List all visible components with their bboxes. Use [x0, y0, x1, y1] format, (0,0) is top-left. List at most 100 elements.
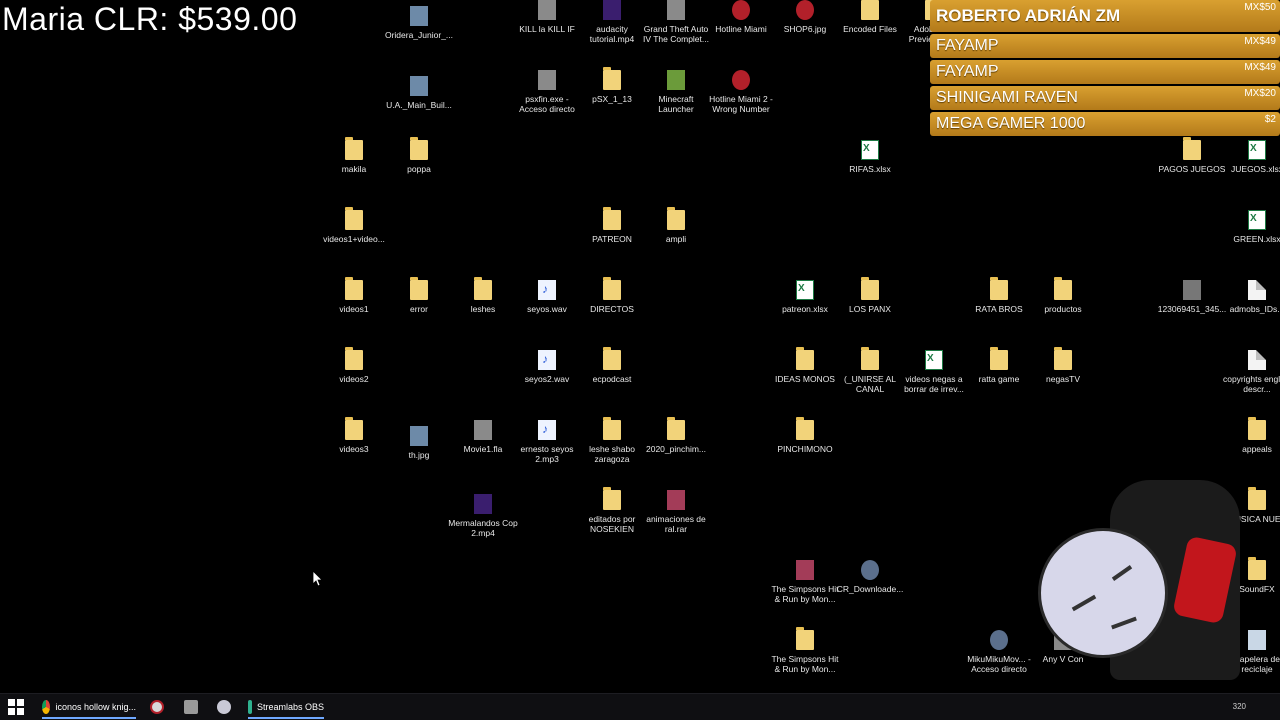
desktop-icon-makila[interactable]: makila [319, 137, 389, 174]
desktop-icon-rifas[interactable]: RIFAS.xlsx [835, 140, 905, 174]
audio-icon [538, 280, 556, 300]
desktop-icon-label: ratta game [978, 374, 1020, 384]
desktop-icon-ecpodcast[interactable]: ecpodcast [577, 347, 647, 384]
desktop-icon-psxfin[interactable]: psxfin.exe - Acceso directo [512, 70, 582, 114]
desktop-icon-directos[interactable]: DIRECTOS [577, 277, 647, 314]
desktop-icon-crdown[interactable]: CR_Downloade... [835, 560, 905, 594]
donation-amount: MX$49 [1244, 36, 1276, 47]
desktop-icon-videos3[interactable]: videos3 [319, 417, 389, 454]
excel-icon [925, 350, 943, 370]
taskbar-tools-app[interactable] [184, 697, 198, 717]
desktop-icon-error[interactable]: error [384, 277, 454, 314]
desktop-icon-videos2[interactable]: videos2 [319, 347, 389, 384]
desktop-icon-label: negasTV [1045, 374, 1081, 384]
taskbar-streamlabs-obs[interactable]: Streamlabs OBS [248, 697, 324, 719]
desktop-icon-gta4[interactable]: Grand Theft Auto IV The Complet... [641, 0, 711, 44]
desktop-icon-label: Movie1.fla [463, 444, 503, 454]
image-icon [410, 76, 428, 96]
avatar-face [1038, 528, 1168, 658]
desktop-icon-oridera[interactable]: Oridera_Junior_... [384, 6, 454, 40]
desktop-icon-label: ecpodcast [592, 374, 632, 384]
desktop-icon-audacity[interactable]: audacity tutorial.mp4 [577, 0, 647, 44]
desktop-icon-admobs[interactable]: admobs_IDs.b [1222, 280, 1280, 314]
tools-icon [184, 700, 198, 714]
audio-icon [538, 350, 556, 370]
desktop-icon-videos1[interactable]: videos1 [319, 277, 389, 314]
desktop-icon-animaciones[interactable]: animaciones de ral.rar [641, 490, 711, 534]
desktop-icon-pinchi2020[interactable]: 2020_pinchim... [641, 417, 711, 454]
desktop-icon-pagos[interactable]: PAGOS JUEGOS [1157, 137, 1227, 174]
taskbar-chrome-window[interactable]: iconos hollow knig... [42, 697, 136, 719]
exe-icon [474, 420, 492, 440]
desktop-icon-ampli[interactable]: ampli [641, 207, 711, 244]
folder-icon [667, 207, 685, 230]
desktop-icon-rattagame[interactable]: ratta game [964, 347, 1034, 384]
desktop-icon-lospanx[interactable]: LOS PANX [835, 277, 905, 314]
desktop-icon-simpsons1[interactable]: The Simpsons Hit & Run by Mon... [770, 560, 840, 604]
desktop-icon-label: makila [341, 164, 367, 174]
desktop-icon-appeals[interactable]: appeals [1222, 417, 1280, 454]
excel-icon [1248, 210, 1266, 230]
desktop-icon-label: animaciones de ral.rar [646, 514, 706, 534]
desktop-icon-leshe[interactable]: leshe shabo zaragoza [577, 417, 647, 464]
folder-icon [796, 347, 814, 370]
desktop-icon-mikumiku[interactable]: MikuMikuMov... - Acceso directo [964, 630, 1034, 674]
desktop-icon-label: ernesto seyos 2.mp3 [520, 444, 574, 464]
windows-start-button[interactable] [8, 699, 24, 715]
desktop: Maria CLR: $539.00 Oridera_Junior_... KIL… [0, 0, 1280, 694]
desktop-icon-movie1[interactable]: Movie1.fla [448, 420, 518, 454]
desktop-icon-editados[interactable]: editados por NOSEKIEN [577, 487, 647, 534]
folder-icon [410, 277, 428, 300]
desktop-icon-shop6[interactable]: SHOP6.jpg [770, 0, 840, 34]
image-icon [410, 6, 428, 26]
folder-icon [474, 277, 492, 300]
desktop-icon-label: GREEN.xlsx [1233, 234, 1280, 244]
folder-icon [603, 487, 621, 510]
desktop-icon-pinchimono[interactable]: PINCHIMONO [770, 417, 840, 454]
desktop-icon-killla[interactable]: KILL la KILL IF [512, 0, 582, 34]
desktop-icon-negastv[interactable]: negasTV [1028, 347, 1098, 384]
desktop-icon-videosnegas[interactable]: videos negas a borrar de irrev... [899, 350, 969, 394]
desktop-icon-videos1video[interactable]: videos1+video... [319, 207, 389, 244]
desktop-icon-patreon[interactable]: PATREON [577, 207, 647, 244]
folder-icon [603, 347, 621, 370]
desktop-icon-ratabros[interactable]: RATA BROS [964, 277, 1034, 314]
taskbar-app[interactable] [217, 697, 231, 717]
desktop-icon-mermalandos[interactable]: Mermalandos Cop 2.mp4 [448, 494, 518, 538]
desktop-icon-label: error [410, 304, 428, 314]
desktop-icon-patreonx[interactable]: patreon.xlsx [770, 280, 840, 314]
desktop-icon-seyos[interactable]: seyos.wav [512, 280, 582, 314]
desktop-icon-seyos2[interactable]: seyos2.wav [512, 350, 582, 384]
desktop-icon-juegos[interactable]: JUEGOS.xlsx [1222, 140, 1280, 174]
file-icon [1248, 350, 1266, 370]
taskbar-hotline-miami[interactable] [150, 697, 164, 717]
taskbar-obs-label: Streamlabs OBS [256, 702, 324, 712]
desktop-icon-psx[interactable]: pSX_1_13 [577, 67, 647, 104]
desktop-icon-ua[interactable]: U.A._Main_Buil... [384, 76, 454, 110]
desktop-icon-ernesto[interactable]: ernesto seyos 2.mp3 [512, 420, 582, 464]
desktop-icon-productos[interactable]: productos [1028, 277, 1098, 314]
desktop-icon-label: RIFAS.xlsx [849, 164, 891, 174]
desktop-icon-label: Minecraft Launcher [658, 94, 694, 114]
desktop-icon-green[interactable]: GREEN.xlsx [1222, 210, 1280, 244]
desktop-icon-copyrights[interactable]: copyrights english descr... [1222, 350, 1280, 394]
desktop-icon-poppa[interactable]: poppa [384, 137, 454, 174]
desktop-icon-encoded[interactable]: Encoded Files [835, 0, 905, 34]
hm-icon [732, 0, 750, 20]
desktop-icon-thjpg[interactable]: th.jpg [384, 426, 454, 460]
desktop-icon-hm2[interactable]: Hotline Miami 2 - Wrong Number [706, 70, 776, 114]
folder-icon [345, 277, 363, 300]
hm-icon [796, 0, 814, 20]
desktop-icon-ideasmonos[interactable]: IDEAS MONOS [770, 347, 840, 384]
desktop-icon-leshes[interactable]: leshes [448, 277, 518, 314]
desktop-icon-simpsons2[interactable]: The Simpsons Hit & Run by Mon... [770, 627, 840, 674]
desktop-icon-num123[interactable]: 123069451_345... [1157, 280, 1227, 314]
folder-icon [861, 277, 879, 300]
desktop-icon-hm1[interactable]: Hotline Miami [706, 0, 776, 34]
desktop-icon-label: The Simpsons Hit & Run by Mon... [771, 584, 839, 604]
folder-icon [990, 277, 1008, 300]
desktop-icon-unirse[interactable]: (_UNIRSE AL CANAL [835, 347, 905, 394]
donor-name: MEGA GAMER 1000 [936, 115, 1086, 132]
desktop-icon-label: appeals [1242, 444, 1272, 454]
desktop-icon-minecraft[interactable]: Minecraft Launcher [641, 70, 711, 114]
